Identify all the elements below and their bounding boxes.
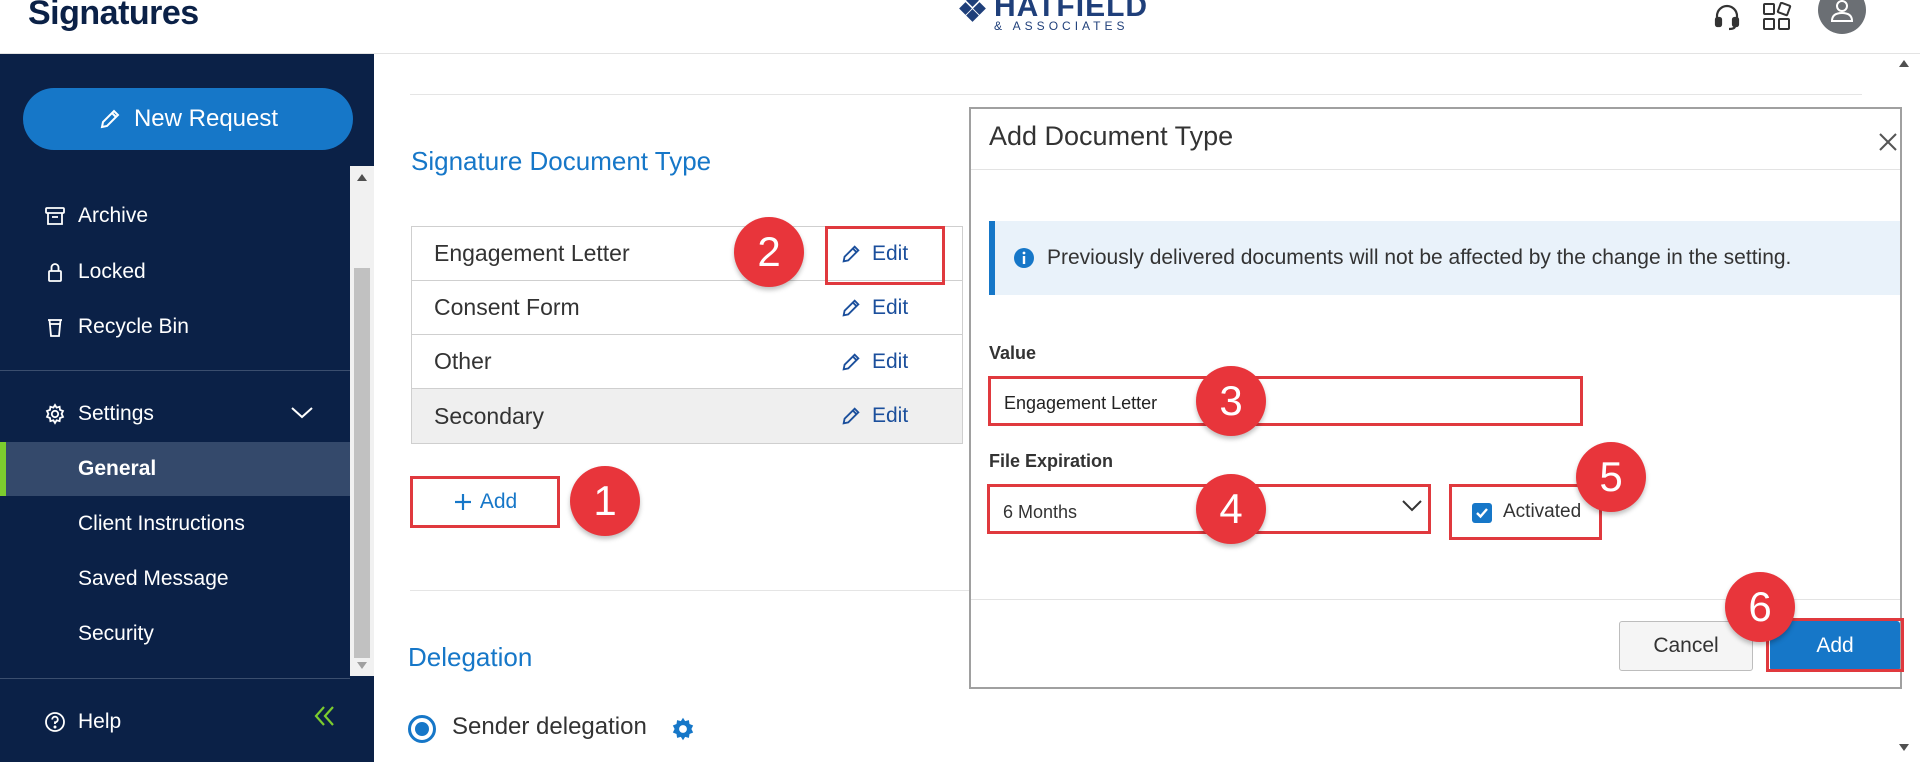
edit-button[interactable]: Edit bbox=[840, 350, 908, 374]
delegation-section-title: Delegation bbox=[408, 642, 533, 672]
file-expiration-label: File Expiration bbox=[989, 451, 1114, 471]
doc-type-section-title: Signature Document Type bbox=[411, 146, 712, 176]
sidebar-subitem-client-instructions[interactable]: Client Instructions bbox=[0, 497, 350, 551]
modal-header-divider bbox=[971, 169, 1900, 170]
list-item: Secondary Edit bbox=[412, 389, 962, 443]
sidebar-item-label: Archive bbox=[78, 204, 149, 227]
highlight-value bbox=[988, 376, 1583, 426]
top-header: Signatures HATFIELD & ASSOCIATES bbox=[0, 0, 1920, 54]
edit-button[interactable]: Edit bbox=[840, 404, 908, 428]
info-text: Previously delivered documents will not … bbox=[1047, 246, 1792, 269]
sidebar-item-recycle-bin[interactable]: Recycle Bin bbox=[0, 301, 350, 353]
step-badge-5: 5 bbox=[1576, 442, 1646, 512]
step-badge-1: 1 bbox=[570, 466, 640, 536]
sender-delegation-radio[interactable] bbox=[408, 715, 436, 743]
step-badge-6: 6 bbox=[1725, 572, 1795, 642]
sidebar-item-label: Settings bbox=[78, 402, 154, 425]
scroll-down-arrow-icon[interactable] bbox=[354, 658, 370, 672]
edit-label: Edit bbox=[872, 295, 909, 319]
logo-subtitle: & ASSOCIATES bbox=[994, 19, 1129, 33]
step-badge-2: 2 bbox=[734, 217, 804, 287]
user-icon bbox=[1830, 0, 1854, 22]
step-badge-3: 3 bbox=[1196, 366, 1266, 436]
scroll-up-arrow-icon[interactable] bbox=[1896, 56, 1912, 70]
new-request-label: New Request bbox=[133, 105, 279, 132]
doc-type-name: Other bbox=[434, 348, 492, 374]
sidebar-item-label: Recycle Bin bbox=[78, 315, 189, 338]
list-item: Consent Form Edit bbox=[412, 281, 962, 335]
scroll-down-arrow-icon[interactable] bbox=[1896, 740, 1912, 754]
sidebar-subitem-security[interactable]: Security bbox=[0, 607, 350, 661]
sidebar: Delivered New Request Archive Locked Rec bbox=[0, 54, 374, 762]
lock-icon bbox=[42, 259, 68, 285]
sidebar-item-locked[interactable]: Locked bbox=[0, 246, 350, 298]
user-avatar[interactable] bbox=[1818, 0, 1866, 34]
sidebar-item-settings[interactable]: Settings bbox=[0, 388, 350, 440]
sidebar-divider bbox=[0, 678, 350, 679]
sidebar-item-archive[interactable]: Archive bbox=[0, 190, 350, 242]
company-logo: HATFIELD & ASSOCIATES bbox=[958, 0, 1148, 32]
archive-icon bbox=[42, 203, 68, 229]
apps-grid-icon[interactable] bbox=[1760, 0, 1794, 34]
headset-icon[interactable] bbox=[1710, 0, 1744, 34]
sidebar-item-label: Locked bbox=[78, 260, 146, 283]
scroll-up-arrow-icon[interactable] bbox=[354, 170, 370, 184]
pencil-icon bbox=[842, 352, 860, 371]
doc-type-name: Consent Form bbox=[434, 294, 580, 320]
gear-icon[interactable] bbox=[670, 716, 696, 742]
doc-type-name: Secondary bbox=[434, 402, 544, 429]
highlight-add bbox=[410, 476, 560, 528]
close-icon[interactable] bbox=[1877, 131, 1899, 153]
gear-icon bbox=[42, 401, 68, 427]
modal-title: Add Document Type bbox=[989, 121, 1234, 151]
sidebar-subitem-saved-message[interactable]: Saved Message bbox=[0, 552, 350, 606]
chevron-down-icon bbox=[291, 407, 313, 419]
highlight-edit bbox=[825, 226, 945, 285]
pencil-icon bbox=[842, 298, 860, 317]
logo-mark-icon bbox=[959, 0, 986, 22]
collapse-sidebar-icon[interactable] bbox=[312, 704, 338, 728]
edit-label: Edit bbox=[872, 404, 909, 427]
sidebar-subitem-general[interactable]: General bbox=[0, 442, 350, 496]
section-divider bbox=[410, 590, 970, 591]
edit-label: Edit bbox=[872, 349, 909, 373]
new-request-button[interactable]: New Request bbox=[23, 88, 353, 150]
sidebar-scrollbar-thumb[interactable] bbox=[354, 268, 370, 658]
edit-button[interactable]: Edit bbox=[840, 296, 908, 320]
list-item: Other Edit bbox=[412, 335, 962, 389]
pencil-icon bbox=[842, 407, 860, 425]
sidebar-item-help[interactable]: Help bbox=[0, 696, 350, 748]
info-banner: Previously delivered documents will not … bbox=[989, 221, 1900, 295]
info-icon bbox=[1014, 248, 1034, 268]
sidebar-divider bbox=[0, 370, 350, 371]
section-divider bbox=[410, 94, 1862, 95]
doc-type-name: Engagement Letter bbox=[434, 240, 630, 266]
value-label: Value bbox=[989, 343, 1037, 363]
trash-icon bbox=[42, 314, 68, 340]
app-title: Signatures bbox=[28, 0, 199, 32]
help-circle-icon bbox=[42, 709, 68, 735]
sender-delegation-label: Sender delegation bbox=[452, 713, 647, 740]
pencil-icon bbox=[100, 109, 120, 129]
step-badge-4: 4 bbox=[1196, 474, 1266, 544]
sidebar-item-label: Help bbox=[78, 710, 122, 733]
